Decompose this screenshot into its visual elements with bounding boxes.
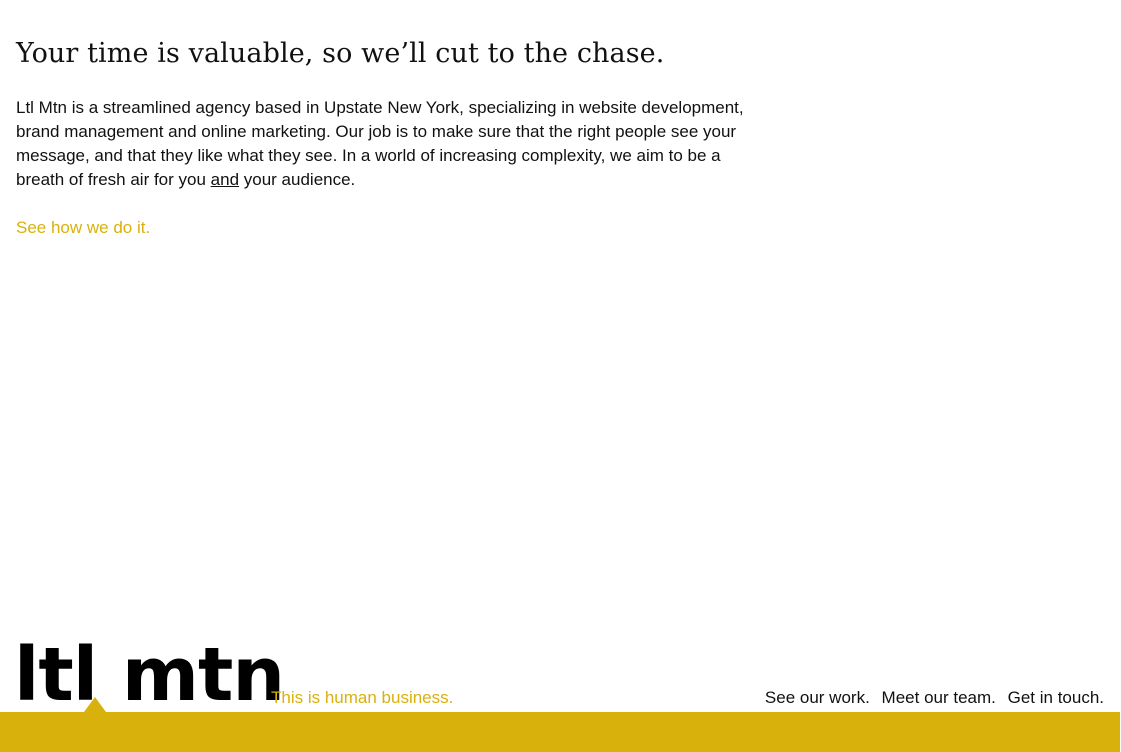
intro-emphasis: and [210,170,240,189]
page-headline: Your time is valuable, so we’ll cut to t… [16,38,665,69]
logo[interactable]: ltl mtn [14,630,285,720]
nav-link-work[interactable]: See our work. [765,688,870,707]
footer-nav: See our work. Meet our team. Get in touc… [765,687,1104,709]
nav-link-team[interactable]: Meet our team. [882,688,996,707]
main-content: Your time is valuable, so we’ll cut to t… [16,34,766,240]
see-how-link[interactable]: See how we do it. [16,216,150,240]
intro-text-end: your audience. [239,170,356,189]
nav-link-contact[interactable]: Get in touch. [1008,688,1104,707]
intro-paragraph: Ltl Mtn is a streamlined agency based in… [16,96,766,192]
logo-notch-icon [84,697,106,712]
tagline: This is human business. [271,688,454,707]
intro-text: Ltl Mtn is a streamlined agency based in… [16,98,744,189]
